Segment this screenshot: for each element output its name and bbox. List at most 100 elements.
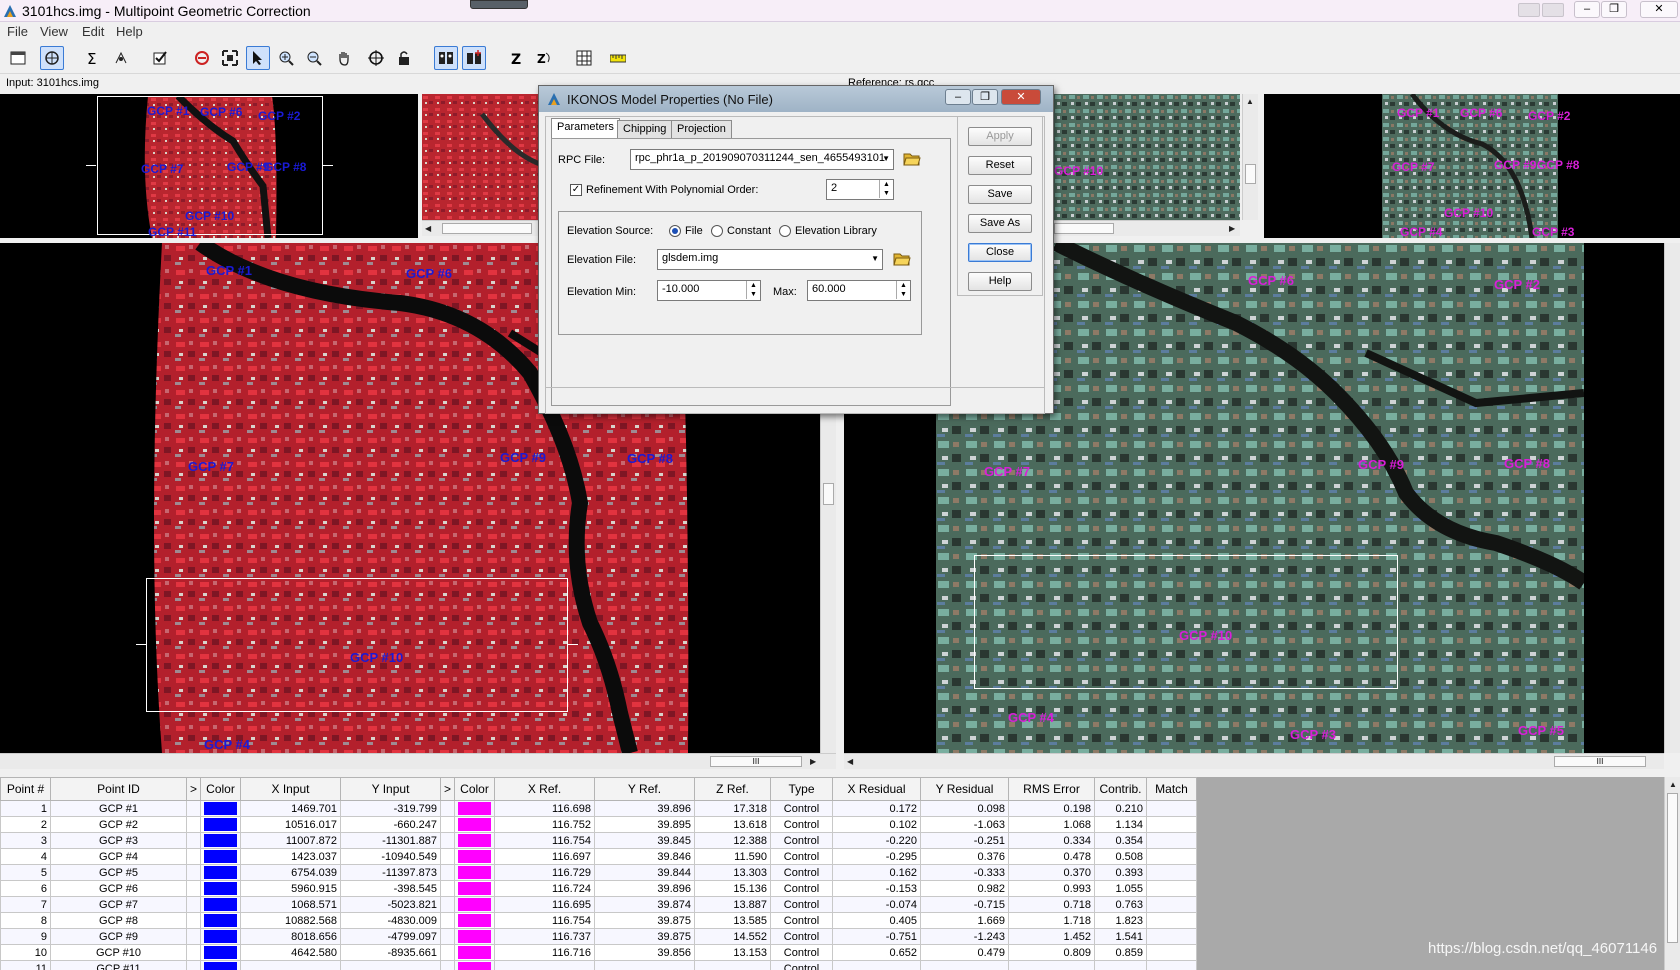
restore-button[interactable]: ❐	[1601, 1, 1627, 18]
rms-error-cell[interactable]: 1.068	[1008, 816, 1095, 833]
point-number-cell[interactable]: 8	[0, 912, 51, 929]
color-swatch[interactable]	[204, 946, 237, 959]
dialog-title-bar[interactable]: IKONOS Model Properties (No File) – ❐ ✕	[539, 86, 1053, 112]
y-input-cell[interactable]: -8935.661	[340, 944, 441, 961]
table-row[interactable]: 4 GCP #4 1423.037 -10940.549 116.697 39.846 11…	[0, 848, 1197, 865]
reference-zoom-pane[interactable]: GCP #10	[1054, 94, 1240, 220]
reference-zoom-hscrollbar[interactable]: ▶	[1054, 220, 1240, 236]
ref-color-swatch[interactable]	[454, 944, 495, 961]
table-row[interactable]: 8 GCP #8 10882.568 -4830.009 116.754 39.875 13…	[0, 912, 1197, 929]
scroll-thumb[interactable]	[442, 223, 532, 234]
x-input-cell[interactable]: 1068.571	[240, 896, 341, 913]
color-swatch[interactable]	[458, 946, 491, 959]
header-type[interactable]: Type	[770, 777, 833, 801]
ref-color-swatch[interactable]	[454, 896, 495, 913]
gcp-label[interactable]: GCP #5	[1518, 723, 1564, 738]
help-button[interactable]: Help	[968, 272, 1032, 291]
gcp-label[interactable]: GCP #2	[1494, 277, 1540, 292]
rms-error-cell[interactable]: 0.198	[1008, 800, 1095, 817]
input-color-swatch[interactable]	[200, 848, 241, 865]
x-ref-cell[interactable]: 116.729	[494, 864, 595, 881]
y-ref-cell[interactable]: 39.896	[594, 800, 695, 817]
z-ref-cell[interactable]: 13.618	[694, 816, 771, 833]
gcp-label[interactable]: GCP #9	[1494, 158, 1536, 172]
elevation-min-field[interactable]: -10.000 ▲ ▼	[657, 280, 761, 301]
x-ref-cell[interactable]: 116.737	[494, 928, 595, 945]
elev-folder-open-icon[interactable]	[893, 251, 911, 267]
color-swatch[interactable]	[204, 802, 237, 815]
y-residual-cell[interactable]	[920, 960, 1009, 970]
row-marker-cell[interactable]	[186, 800, 201, 817]
gcp-label[interactable]: GCP #1	[1397, 106, 1439, 120]
ref-color-swatch[interactable]	[454, 880, 495, 897]
x-residual-cell[interactable]: 0.102	[832, 816, 921, 833]
points-icon[interactable]	[434, 46, 458, 70]
type-cell[interactable]: Control	[770, 800, 833, 817]
header-y-input[interactable]: Y Input	[340, 777, 441, 801]
header-rms-error[interactable]: RMS Error	[1008, 777, 1095, 801]
point-id-cell[interactable]: GCP #1	[50, 800, 187, 817]
color-swatch[interactable]	[458, 914, 491, 927]
reference-main-vscrollbar[interactable]	[1664, 243, 1680, 753]
z-ref-cell[interactable]: 11.590	[694, 848, 771, 865]
y-input-cell[interactable]: -398.545	[340, 880, 441, 897]
color-swatch[interactable]	[204, 850, 237, 863]
y-ref-cell[interactable]: 39.875	[594, 912, 695, 929]
x-ref-cell[interactable]: 116.754	[494, 912, 595, 929]
point-id-cell[interactable]: GCP #6	[50, 880, 187, 897]
elev-library-radio[interactable]	[779, 225, 791, 237]
gcp-label[interactable]: GCP #1	[206, 263, 252, 278]
x-residual-cell[interactable]: -0.153	[832, 880, 921, 897]
scroll-thumb[interactable]	[1054, 223, 1114, 234]
contrib-cell[interactable]: 0.210	[1094, 800, 1147, 817]
color-swatch[interactable]	[458, 882, 491, 895]
table-vscrollbar[interactable]: ▲	[1664, 777, 1680, 970]
color-swatch[interactable]	[458, 834, 491, 847]
x-residual-cell[interactable]: -0.220	[832, 832, 921, 849]
point-id-cell[interactable]: GCP #2	[50, 816, 187, 833]
y-residual-cell[interactable]: -0.715	[920, 896, 1009, 913]
x-ref-cell[interactable]: 116.695	[494, 896, 595, 913]
move-icon[interactable]	[109, 46, 133, 70]
match-cell[interactable]	[1146, 912, 1197, 929]
x-ref-cell[interactable]: 116.754	[494, 832, 595, 849]
x-residual-cell[interactable]: -0.751	[832, 928, 921, 945]
y-residual-cell[interactable]: -1.063	[920, 816, 1009, 833]
type-cell[interactable]: Control	[770, 816, 833, 833]
y-ref-cell[interactable]: 39.846	[594, 848, 695, 865]
color-swatch[interactable]	[458, 866, 491, 879]
header-y-residual[interactable]: Y Residual	[920, 777, 1009, 801]
y-ref-cell[interactable]: 39.845	[594, 832, 695, 849]
row-marker-cell[interactable]	[186, 880, 201, 897]
type-cell[interactable]: Control	[770, 928, 833, 945]
x-input-cell[interactable]: 10882.568	[240, 912, 341, 929]
dialog-minimize-button[interactable]: –	[945, 89, 971, 105]
row-marker-cell[interactable]	[440, 816, 455, 833]
x-ref-cell[interactable]: 116.697	[494, 848, 595, 865]
type-cell[interactable]: Control	[770, 912, 833, 929]
y-ref-cell[interactable]: 39.844	[594, 864, 695, 881]
row-marker-cell[interactable]	[186, 960, 201, 970]
gcp-label[interactable]: GCP #10	[185, 209, 234, 223]
z-ref-cell[interactable]: 13.585	[694, 912, 771, 929]
zoom-out-icon[interactable]	[302, 46, 326, 70]
z-icon[interactable]: Z	[504, 46, 528, 70]
z-ref-cell[interactable]: 13.887	[694, 896, 771, 913]
gcp-label[interactable]: GCP #3	[1290, 727, 1336, 742]
menu-edit[interactable]: Edit	[82, 24, 104, 39]
contrib-cell[interactable]: 1.055	[1094, 880, 1147, 897]
refinement-checkbox[interactable]: ✓	[570, 184, 582, 196]
gcp-label[interactable]: GCP #10	[1444, 206, 1493, 220]
gcp-label[interactable]: GCP #11	[148, 225, 196, 238]
match-cell[interactable]	[1146, 896, 1197, 913]
scroll-thumb[interactable]: III	[1554, 756, 1646, 767]
gcp-label[interactable]: GCP #8	[264, 160, 306, 174]
x-ref-cell[interactable]: 116.698	[494, 800, 595, 817]
point-id-cell[interactable]: GCP #4	[50, 848, 187, 865]
gcp-label[interactable]: GCP #6	[406, 266, 452, 281]
y-input-cell[interactable]: -4799.097	[340, 928, 441, 945]
x-input-cell[interactable]: 4642.580	[240, 944, 341, 961]
contrib-cell[interactable]	[1094, 960, 1147, 970]
x-input-cell[interactable]: 10516.017	[240, 816, 341, 833]
menu-help[interactable]: Help	[116, 24, 143, 39]
